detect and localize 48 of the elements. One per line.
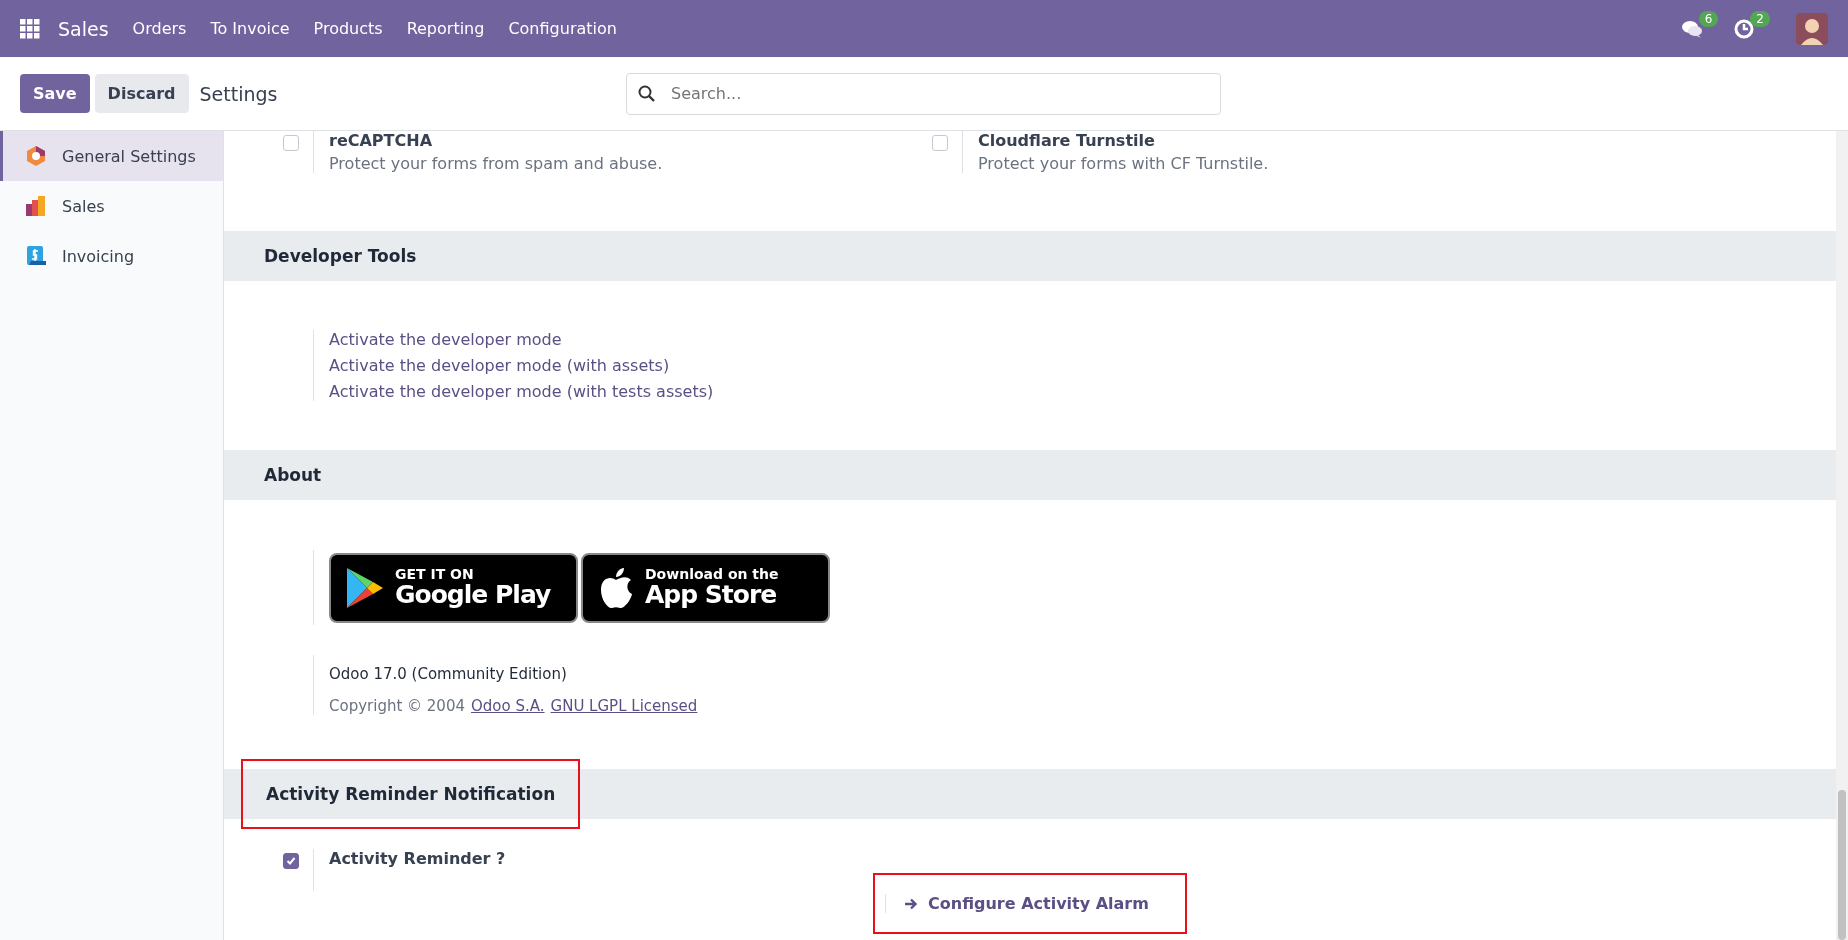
avatar-icon[interactable] [1796, 12, 1828, 45]
sidebar-item[interactable]: General Settings [0, 131, 223, 181]
option-description: Protect your forms with CF Turnstile. [978, 154, 1269, 173]
license-link[interactable]: GNU LGPL Licensed [550, 697, 698, 715]
search-field[interactable]: Search... [626, 72, 1221, 115]
menu-item[interactable]: Orders [120, 19, 199, 38]
option-title: Activity Reminder ? [329, 849, 506, 868]
menu-item[interactable]: Reporting [394, 19, 497, 38]
google-play-badge[interactable]: GET IT ON Google Play [329, 552, 578, 623]
option-title: Cloudflare Turnstile [978, 131, 1156, 150]
app-grid-icon[interactable] [20, 18, 40, 39]
section-title: Activity Reminder Notification [241, 759, 581, 829]
chat-icon[interactable] [1680, 18, 1703, 39]
checkbox[interactable] [932, 135, 948, 151]
activity-count-badge: 2 [1750, 10, 1770, 27]
clock-icon[interactable] [1734, 18, 1755, 39]
scrollbar[interactable] [1836, 131, 1848, 940]
arrow-right-icon [904, 897, 918, 910]
save-button[interactable]: Save [20, 74, 90, 113]
bar-chart-icon [25, 195, 47, 217]
menu-item[interactable]: To Invoice [198, 19, 302, 38]
message-count-badge: 6 [1698, 10, 1719, 27]
checkbox[interactable] [283, 853, 299, 869]
option-title: reCAPTCHA [329, 131, 434, 150]
menu-item[interactable]: Configuration [496, 19, 629, 38]
app-name[interactable]: Sales [58, 17, 109, 40]
sidebar-item[interactable]: Sales [0, 181, 223, 231]
invoice-icon [25, 245, 47, 267]
version-text: Odoo 17.0 (Community Edition) [329, 665, 568, 683]
section-header: Developer Tools [224, 231, 1836, 281]
copyright-text: Copyright © 2004 [329, 697, 465, 715]
option-description: Protect your forms from spam and abuse. [329, 154, 663, 173]
checkbox[interactable] [283, 135, 299, 151]
developer-mode-link[interactable]: Activate the developer mode (with tests assets) [329, 382, 714, 401]
hexagon-icon [25, 145, 47, 167]
app-store-badge[interactable]: Download on the App Store [581, 552, 830, 623]
sidebar-item[interactable]: Invoicing [0, 231, 223, 281]
play-triangle-icon [345, 565, 385, 610]
section-header: About [224, 450, 1836, 500]
configure-link[interactable]: Configure Activity Alarm [885, 894, 1149, 913]
menu-item[interactable]: Products [301, 19, 395, 38]
developer-mode-link[interactable]: Activate the developer mode [329, 330, 714, 349]
check-icon [286, 856, 296, 866]
page-title: Settings [199, 82, 278, 105]
search-icon [638, 84, 656, 103]
developer-mode-link[interactable]: Activate the developer mode (with assets) [329, 356, 714, 375]
company-link[interactable]: Odoo S.A. [471, 697, 545, 715]
discard-button[interactable]: Discard [94, 74, 189, 113]
